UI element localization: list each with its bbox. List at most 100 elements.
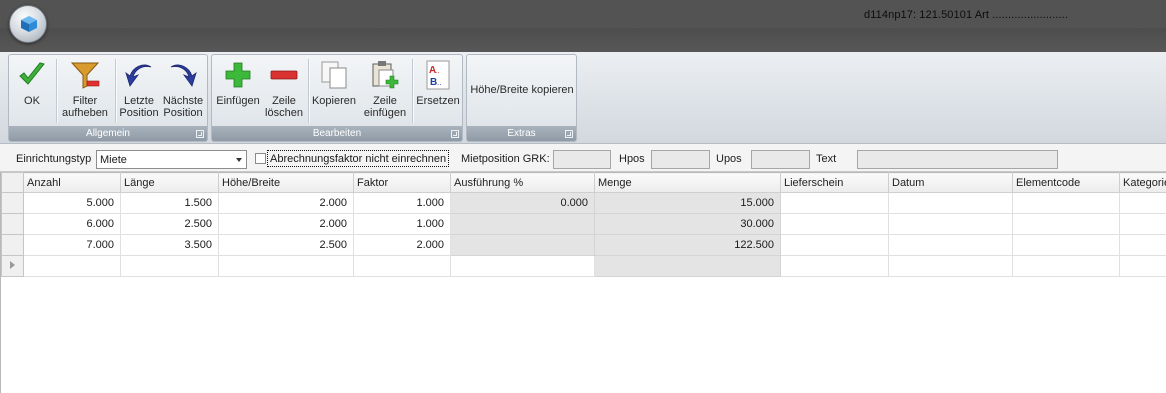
copy-height-width-button[interactable]: Höhe/Breite kopieren xyxy=(468,84,576,100)
positions-table: Anzahl Länge Höhe/Breite Faktor Ausführu… xyxy=(1,172,1166,277)
ok-button[interactable]: OK xyxy=(12,59,52,125)
table-header-row: Anzahl Länge Höhe/Breite Faktor Ausführu… xyxy=(1,172,1166,193)
data-grid: Anzahl Länge Höhe/Breite Faktor Ausführu… xyxy=(0,172,1166,393)
cell-elementcode[interactable] xyxy=(1012,234,1120,256)
mietposition-field[interactable] xyxy=(553,150,611,169)
new-cell-elementcode[interactable] xyxy=(1012,255,1120,277)
cell-menge: 15.000 xyxy=(594,192,781,214)
cell-anzahl[interactable]: 6.000 xyxy=(23,213,121,235)
cell-faktor[interactable]: 1.000 xyxy=(353,213,451,235)
abrechnungsfaktor-label[interactable]: Abrechnungsfaktor nicht einrechnen xyxy=(267,150,450,167)
column-header-ausfuehrung[interactable]: Ausführung % xyxy=(450,172,595,193)
cell-hoehe-breite[interactable]: 2.000 xyxy=(218,213,354,235)
new-row[interactable] xyxy=(1,255,1166,277)
column-header-laenge[interactable]: Länge xyxy=(120,172,219,193)
filter-clear-icon xyxy=(70,62,100,89)
ribbon-group-allgemein: OK Filter aufheben Letzte Position Nächs… xyxy=(8,54,208,142)
cell-ausfuehrung xyxy=(450,234,595,256)
new-cell-datum[interactable] xyxy=(888,255,1013,277)
column-header-datum[interactable]: Datum xyxy=(888,172,1013,193)
cell-kategorie[interactable] xyxy=(1119,213,1166,235)
chevron-down-icon[interactable] xyxy=(236,158,242,162)
column-header-faktor[interactable]: Faktor xyxy=(353,172,451,193)
chevron-right-icon xyxy=(10,261,15,269)
cell-elementcode[interactable] xyxy=(1012,192,1120,214)
cell-menge: 122.500 xyxy=(594,234,781,256)
cell-hoehe-breite[interactable]: 2.500 xyxy=(218,234,354,256)
cell-datum[interactable] xyxy=(888,234,1013,256)
dialog-launcher-icon[interactable] xyxy=(451,130,459,138)
upos-label: Upos xyxy=(716,153,742,165)
cell-faktor[interactable]: 2.000 xyxy=(353,234,451,256)
new-cell-kategorie[interactable] xyxy=(1119,255,1166,277)
cell-laenge[interactable]: 1.500 xyxy=(120,192,219,214)
column-header-kategorie[interactable]: Kategorie xyxy=(1119,172,1166,193)
previous-position-button[interactable]: Letzte Position xyxy=(118,59,160,125)
cell-lieferschein[interactable] xyxy=(780,192,889,214)
svg-text:..: .. xyxy=(437,78,441,87)
cell-datum[interactable] xyxy=(888,192,1013,214)
column-header-anzahl[interactable]: Anzahl xyxy=(23,172,121,193)
paste-row-icon xyxy=(372,61,399,89)
cube-icon xyxy=(21,16,37,32)
new-cell-laenge[interactable] xyxy=(120,255,219,277)
group-caption-allgemein: Allgemein xyxy=(9,126,207,141)
new-cell-hoehe-breite[interactable] xyxy=(218,255,354,277)
copy-icon xyxy=(321,61,347,89)
new-cell-lieferschein[interactable] xyxy=(780,255,889,277)
row-indicator[interactable] xyxy=(1,234,24,256)
group-caption-bearbeiten: Bearbeiten xyxy=(212,126,462,141)
filter-clear-button[interactable]: Filter aufheben xyxy=(60,59,110,125)
insert-button[interactable]: Einfügen xyxy=(214,59,262,125)
replace-button[interactable]: A .. B .. Ersetzen xyxy=(415,59,461,125)
einrichtungstyp-select[interactable]: Miete xyxy=(96,150,247,169)
cell-hoehe-breite[interactable]: 2.000 xyxy=(218,192,354,214)
cell-faktor[interactable]: 1.000 xyxy=(353,192,451,214)
cell-lieferschein[interactable] xyxy=(780,213,889,235)
paste-row-button[interactable]: Zeile einfügen xyxy=(360,59,410,125)
copy-button[interactable]: Kopieren xyxy=(311,59,357,125)
ribbon-group-bearbeiten: Einfügen Zeile löschen Kopieren Zeile ei… xyxy=(211,54,463,142)
new-cell-ausfuehrung[interactable] xyxy=(450,255,595,277)
column-header-menge[interactable]: Menge xyxy=(594,172,781,193)
delete-row-button[interactable]: Zeile löschen xyxy=(263,59,305,125)
cell-datum[interactable] xyxy=(888,213,1013,235)
app-menu-button[interactable] xyxy=(9,5,47,43)
column-header-elementcode[interactable]: Elementcode xyxy=(1012,172,1120,193)
upos-field[interactable] xyxy=(751,150,810,169)
cell-laenge[interactable]: 2.500 xyxy=(120,213,219,235)
ribbon-tab-strip xyxy=(0,28,1166,52)
cell-anzahl[interactable]: 5.000 xyxy=(23,192,121,214)
new-cell-anzahl[interactable] xyxy=(23,255,121,277)
separator xyxy=(115,59,116,123)
svg-text:..: .. xyxy=(435,66,439,75)
cell-anzahl[interactable]: 7.000 xyxy=(23,234,121,256)
plus-icon xyxy=(225,62,251,88)
cell-ausfuehrung xyxy=(450,213,595,235)
table-row[interactable]: 6.000 2.500 2.000 1.000 30.000 xyxy=(1,213,1166,235)
cell-kategorie[interactable] xyxy=(1119,192,1166,214)
cell-kategorie[interactable] xyxy=(1119,234,1166,256)
new-cell-faktor[interactable] xyxy=(353,255,451,277)
row-indicator[interactable] xyxy=(1,192,24,214)
cell-elementcode[interactable] xyxy=(1012,213,1120,235)
replace-icon: A .. B .. xyxy=(426,60,450,90)
new-row-indicator[interactable] xyxy=(1,255,24,277)
cell-laenge[interactable]: 3.500 xyxy=(120,234,219,256)
column-header-hoehe-breite[interactable]: Höhe/Breite xyxy=(218,172,354,193)
next-position-button[interactable]: Nächste Position xyxy=(161,59,205,125)
column-header-lieferschein[interactable]: Lieferschein xyxy=(780,172,889,193)
text-label: Text xyxy=(816,153,837,165)
dialog-launcher-icon[interactable] xyxy=(565,130,573,138)
row-indicator-header[interactable] xyxy=(1,172,24,193)
cell-lieferschein[interactable] xyxy=(780,234,889,256)
abrechnungsfaktor-checkbox[interactable] xyxy=(255,153,266,164)
table-row[interactable]: 7.000 3.500 2.500 2.000 122.500 xyxy=(1,234,1166,256)
table-row[interactable]: 5.000 1.500 2.000 1.000 0.000 15.000 xyxy=(1,192,1166,214)
dialog-launcher-icon[interactable] xyxy=(196,130,204,138)
title-bar: d114np17: 121.50101 Art ................… xyxy=(0,0,1166,28)
mietposition-label: Mietposition GRK: xyxy=(461,153,550,165)
hpos-field[interactable] xyxy=(651,150,710,169)
row-indicator[interactable] xyxy=(1,213,24,235)
text-field[interactable] xyxy=(857,150,1058,169)
